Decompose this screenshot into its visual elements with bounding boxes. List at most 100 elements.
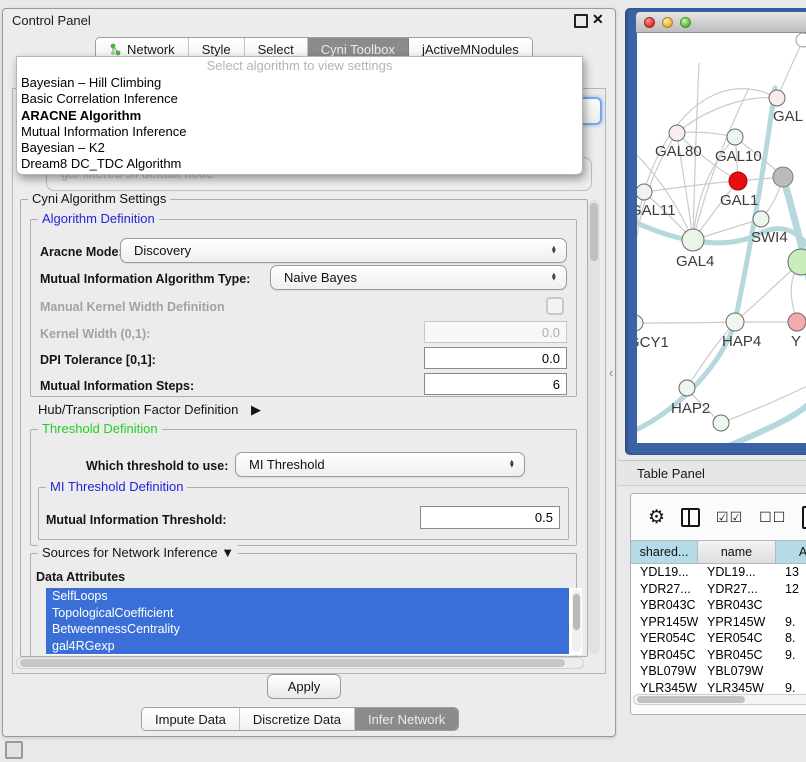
algorithm-definition-title: Algorithm Definition bbox=[38, 211, 159, 226]
network-node[interactable] bbox=[679, 380, 695, 396]
column-header[interactable]: A bbox=[776, 541, 806, 563]
data-attribute-item[interactable]: BetweennessCentrality bbox=[46, 621, 569, 638]
network-node[interactable] bbox=[773, 167, 793, 187]
page-icon[interactable] bbox=[802, 506, 806, 529]
network-window-titlebar[interactable] bbox=[636, 12, 806, 33]
table-row[interactable]: YDR27...YDR27...12 bbox=[631, 581, 806, 598]
select-all-icon[interactable]: ☑☑ bbox=[716, 509, 743, 526]
network-edge[interactable] bbox=[687, 322, 735, 388]
network-node[interactable] bbox=[726, 313, 744, 331]
threshold-definition-title: Threshold Definition bbox=[38, 421, 162, 436]
table-horizontal-scrollbar[interactable] bbox=[633, 694, 806, 705]
mi-steps-field[interactable]: 6 bbox=[424, 373, 567, 395]
network-edge[interactable] bbox=[777, 40, 803, 98]
table-row[interactable]: YDL19...YDL19...13 bbox=[631, 564, 806, 581]
vertical-scrollbar-thumb[interactable] bbox=[590, 203, 598, 261]
which-threshold-combo[interactable]: MI Threshold ▲▼ bbox=[235, 452, 525, 477]
table-scrollbar-thumb[interactable] bbox=[637, 696, 745, 703]
columns-icon[interactable] bbox=[681, 508, 700, 527]
data-attribute-item[interactable]: SelfLoops bbox=[46, 588, 569, 605]
table-row[interactable]: YLR345WYLR345W9. bbox=[631, 680, 806, 693]
table-row[interactable]: YBR043CYBR043C bbox=[631, 597, 806, 614]
network-edge[interactable] bbox=[644, 89, 777, 192]
expand-arrow-icon[interactable]: ▶ bbox=[251, 402, 261, 417]
dpi-tolerance-field[interactable]: 0.0 bbox=[424, 347, 567, 369]
table-row[interactable]: YPR145WYPR145W9. bbox=[631, 614, 806, 631]
network-node[interactable] bbox=[682, 229, 704, 251]
mi-type-combo[interactable]: Naive Bayes ▲▼ bbox=[270, 265, 567, 290]
hub-definition-toggle[interactable]: Hub/Transcription Factor Definition ▶ bbox=[38, 402, 261, 418]
cyni-toolbox-tabbar: Impute DataDiscretize DataInfer Network bbox=[141, 707, 459, 731]
column-header[interactable]: name bbox=[698, 541, 776, 563]
collapse-arrow-icon[interactable]: ▼ bbox=[221, 545, 234, 560]
network-edge[interactable] bbox=[677, 132, 735, 137]
network-node-label: GAL11 bbox=[637, 202, 676, 219]
table-cell: YDR27... bbox=[698, 581, 776, 598]
table-cell: YDL19... bbox=[698, 564, 776, 581]
apply-button[interactable]: Apply bbox=[267, 674, 341, 699]
panel-collapse-chevron-icon[interactable]: ‹ bbox=[609, 365, 613, 380]
settings-horizontal-scrollbar[interactable] bbox=[16, 657, 584, 669]
network-node[interactable] bbox=[769, 90, 785, 106]
data-attributes-label: Data Attributes bbox=[36, 570, 125, 584]
data-attribute-item[interactable]: TopologicalCoefficient bbox=[46, 605, 569, 622]
deselect-all-icon[interactable]: ☐☐ bbox=[759, 509, 786, 526]
network-node[interactable] bbox=[727, 129, 743, 145]
table-cell: YBR045C bbox=[631, 647, 698, 664]
tab-impute-data[interactable]: Impute Data bbox=[142, 708, 240, 730]
table-cell: YBL079W bbox=[631, 663, 698, 680]
network-node[interactable] bbox=[796, 33, 806, 47]
algorithm-option[interactable]: Dream8 DC_TDC Algorithm bbox=[17, 156, 582, 172]
network-edge[interactable] bbox=[637, 322, 735, 323]
close-icon[interactable]: ✕ bbox=[592, 11, 604, 28]
table-row[interactable]: YER054CYER054C8. bbox=[631, 630, 806, 647]
sources-title[interactable]: Sources for Network Inference ▼ bbox=[38, 545, 238, 560]
aracne-mode-combo[interactable]: Discovery ▲▼ bbox=[120, 238, 567, 263]
mini-dock-icon[interactable] bbox=[5, 741, 23, 759]
tab-infer-network[interactable]: Infer Network bbox=[355, 708, 458, 730]
algorithm-option[interactable]: Mutual Information Inference bbox=[17, 124, 582, 140]
tab-discretize-data[interactable]: Discretize Data bbox=[240, 708, 355, 730]
data-attribute-item[interactable]: gal4RGexp bbox=[46, 638, 569, 655]
table-row[interactable]: YBR045CYBR045C9. bbox=[631, 647, 806, 664]
kernel-width-field[interactable]: 0.0 bbox=[424, 321, 567, 343]
horizontal-scrollbar-thumb[interactable] bbox=[20, 659, 565, 667]
stepper-arrows-icon: ▲▼ bbox=[551, 273, 557, 282]
manual-kernel-checkbox[interactable] bbox=[546, 297, 564, 315]
network-node[interactable] bbox=[788, 313, 806, 331]
mi-threshold-field[interactable]: 0.5 bbox=[420, 506, 560, 529]
column-header[interactable]: shared... bbox=[631, 541, 698, 563]
table-cell: YBR043C bbox=[698, 597, 776, 614]
table-cell: YLR345W bbox=[631, 680, 698, 693]
settings-vertical-scrollbar[interactable] bbox=[588, 200, 600, 654]
zoom-traffic-light[interactable] bbox=[680, 17, 691, 28]
network-edge-thick[interactable] bbox=[729, 404, 806, 443]
network-node[interactable] bbox=[713, 415, 729, 431]
table-cell: YBR045C bbox=[698, 647, 776, 664]
network-node[interactable] bbox=[637, 184, 652, 200]
algorithm-option[interactable]: ARACNE Algorithm bbox=[17, 108, 582, 124]
network-edge[interactable] bbox=[644, 181, 738, 192]
network-node[interactable] bbox=[729, 172, 747, 190]
network-canvas[interactable]: GALGAL80GAL10GAL1GAL11SWI4GAL4GCY1HAP4YH… bbox=[637, 33, 806, 443]
list-scrollbar-thumb[interactable] bbox=[573, 594, 580, 630]
algorithm-option[interactable]: Bayesian – K2 bbox=[17, 140, 582, 156]
algorithm-option[interactable]: Bayesian – Hill Climbing bbox=[17, 75, 582, 91]
network-node[interactable] bbox=[753, 211, 769, 227]
minimize-traffic-light[interactable] bbox=[662, 17, 673, 28]
network-node[interactable] bbox=[637, 315, 643, 331]
float-window-icon[interactable] bbox=[574, 14, 588, 28]
network-node[interactable] bbox=[669, 125, 685, 141]
list-scrollbar[interactable] bbox=[572, 590, 581, 652]
data-attributes-list: SelfLoopsTopologicalCoefficientBetweenne… bbox=[46, 588, 582, 655]
network-edge[interactable] bbox=[677, 98, 777, 133]
algorithm-option[interactable]: Basic Correlation Inference bbox=[17, 91, 582, 107]
table-panel-title: Table Panel bbox=[637, 466, 705, 481]
stepper-arrows-icon: ▲▼ bbox=[551, 246, 557, 255]
table-cell: YDL19... bbox=[631, 564, 698, 581]
network-node-label: GAL1 bbox=[720, 192, 758, 209]
kernel-width-label: Kernel Width (0,1): bbox=[40, 327, 150, 341]
table-row[interactable]: YBL079WYBL079W bbox=[631, 663, 806, 680]
gear-icon[interactable]: ⚙ bbox=[648, 508, 665, 527]
close-traffic-light[interactable] bbox=[644, 17, 655, 28]
